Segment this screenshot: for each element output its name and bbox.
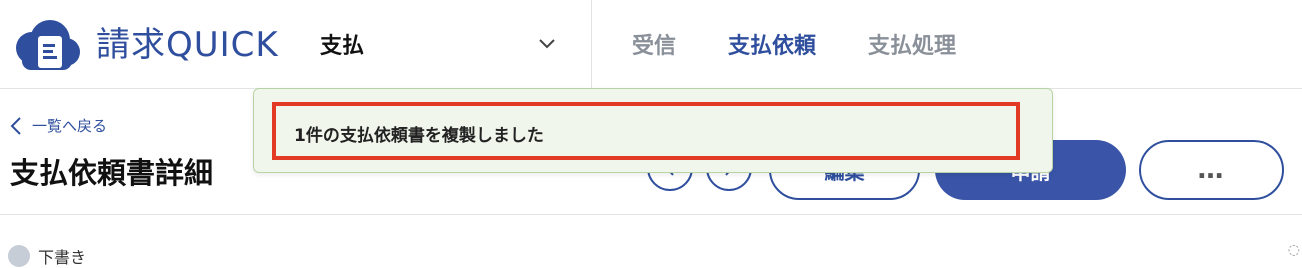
success-toast: 1件の支払依頼書を複製しました	[253, 88, 1053, 173]
status-label: 下書き	[38, 248, 87, 267]
toast-message: 1件の支払依頼書を複製しました	[294, 126, 544, 146]
module-select-value: 支払	[320, 34, 365, 59]
more-icon: …	[1197, 155, 1226, 185]
main-nav: 受信 支払依頼 支払処理	[632, 28, 956, 60]
more-actions-button[interactable]: …	[1139, 140, 1284, 200]
page-title: 支払依頼書詳細	[10, 156, 214, 190]
cloud-document-logo-icon	[16, 20, 80, 70]
app-name: 請求QUICK	[96, 25, 279, 65]
header-divider	[591, 0, 592, 88]
chevron-left-icon	[10, 116, 21, 135]
section-divider	[0, 214, 1302, 215]
back-link-label: 一覧へ戻る	[32, 117, 108, 135]
status-row: 下書き	[8, 244, 86, 268]
app-logo[interactable]: 請求QUICK	[8, 18, 279, 72]
nav-item-payment-processing[interactable]: 支払処理	[868, 28, 956, 60]
module-select[interactable]: 支払	[320, 24, 560, 64]
nav-item-payment-request[interactable]: 支払依頼	[728, 28, 816, 60]
collapse-icon[interactable]: ◌	[1288, 242, 1300, 258]
chevron-down-icon	[539, 39, 555, 49]
nav-item-received[interactable]: 受信	[632, 28, 676, 60]
back-to-list-link[interactable]: 一覧へ戻る	[10, 115, 107, 136]
status-dot	[8, 245, 30, 267]
top-header: 請求QUICK 支払 受信 支払依頼 支払処理	[0, 0, 1302, 89]
